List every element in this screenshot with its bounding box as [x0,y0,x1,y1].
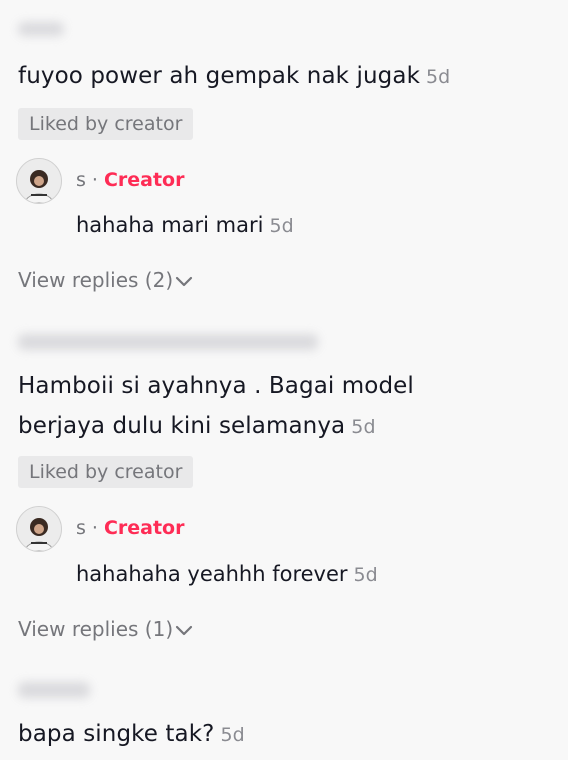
view-replies-button[interactable]: View replies (1) [18,614,193,644]
reply-author-name: s [76,169,86,191]
comment-text: bapa singke tak? 5d [18,714,245,755]
comment-text: fuyoo power ah gempak nak jugak 5d [18,56,450,97]
liked-by-creator-badge: Liked by creator [18,456,194,488]
username-blurred[interactable] [18,334,318,350]
reply-author-name: s [76,517,86,539]
comment-body-line2: berjaya dulu kini selamanya [18,413,346,439]
username-blurred[interactable] [18,22,64,36]
comment-timestamp: 5d [220,724,245,746]
reply-author[interactable]: s · Creator [76,166,184,194]
view-replies-label: View replies (1) [18,617,174,641]
separator-dot: · [91,517,98,539]
comment-text: Hamboii si ayahnya . Bagai model [18,366,414,406]
view-replies-button[interactable]: View replies (2) [18,265,193,295]
separator-dot: · [91,169,98,191]
view-replies-label: View replies (2) [18,268,174,292]
creator-label: Creator [103,517,185,539]
comment-body: fuyoo power ah gempak nak jugak [18,63,420,89]
creator-avatar[interactable] [16,158,62,204]
liked-by-creator-badge: Liked by creator [18,108,194,140]
comment-text: berjaya dulu kini selamanya 5d [18,406,376,447]
reply-text: hahahaha yeahhh forever 5d [76,557,378,592]
reply-timestamp: 5d [353,564,378,586]
comment-timestamp: 5d [351,416,376,438]
comment-body: bapa singke tak? [18,721,215,747]
comment-timestamp: 5d [425,66,451,88]
avatar-image [17,507,61,551]
chevron-down-icon [176,625,193,635]
creator-label: Creator [103,169,185,191]
username-blurred[interactable] [18,682,90,698]
reply-author[interactable]: s · Creator [76,514,184,542]
avatar-image [17,159,61,203]
reply-text: hahaha mari mari 5d [76,208,294,243]
chevron-down-icon [176,276,193,286]
creator-avatar[interactable] [16,506,62,552]
reply-timestamp: 5d [269,215,294,237]
reply-body: hahahaha yeahhh forever [76,562,348,586]
reply-body: hahaha mari mari [76,213,264,237]
comment-body-line1: Hamboii si ayahnya . Bagai model [18,373,414,399]
